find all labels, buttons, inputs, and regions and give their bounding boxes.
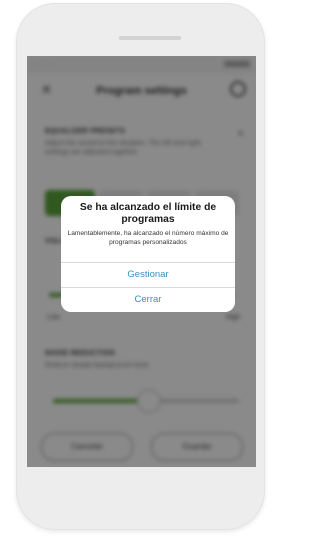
limit-reached-dialog: Se ha alcanzado el límite de programas L…	[61, 196, 235, 312]
speaker-grille	[119, 36, 181, 40]
dialog-title: Se ha alcanzado el límite de programas	[79, 202, 217, 225]
phone-chin	[27, 467, 256, 511]
app-screen: · · · · ✕ Program settings EQUALIZER PRE…	[27, 56, 256, 467]
manage-button[interactable]: Gestionar	[61, 262, 235, 287]
close-button[interactable]: Cerrar	[61, 287, 235, 312]
dialog-message: Lamentablemente, ha alcanzado el número …	[67, 230, 229, 246]
